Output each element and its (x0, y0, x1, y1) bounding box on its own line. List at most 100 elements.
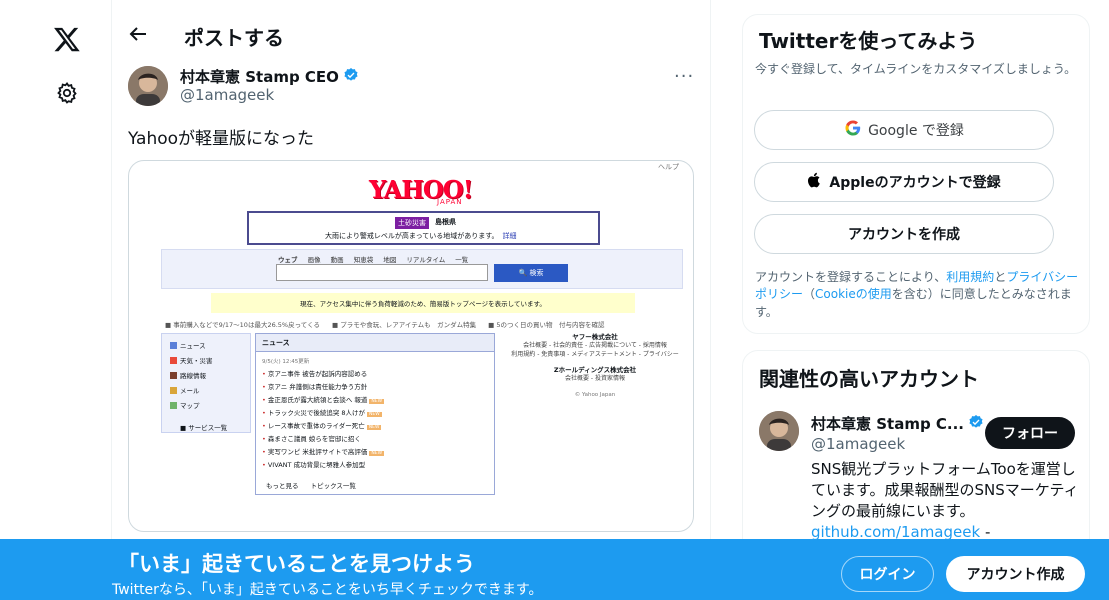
alert-tag: 土砂災害 (395, 217, 429, 229)
related-account-handle[interactable]: @1amageek (811, 435, 905, 453)
terms-text: アカウントを登録することにより、利用規約とプライバシーポリシー（Cookieの使… (755, 269, 1081, 321)
yahoo-logo-sub: JAPAN (437, 198, 463, 206)
train-icon (170, 371, 177, 379)
yahoo-news-date: 9/5(火) 12:45更新 (262, 359, 310, 365)
back-arrow-icon[interactable] (126, 22, 150, 46)
gear-icon[interactable] (50, 76, 84, 110)
banner-title: 「いま」起きていることを見つけよう (118, 552, 475, 576)
alert-link: 詳細 (502, 232, 517, 240)
terms-paren: （ (803, 287, 816, 302)
x-logo-icon[interactable] (50, 22, 84, 56)
post-header: ポストする (112, 14, 711, 58)
yahoo-promo: ■ 事前購入などで9/17〜10は最大26.5%戻ってくる (165, 321, 320, 329)
related-accounts-title: 関連性の高いアカウント (759, 367, 979, 391)
yahoo-news-item: • 京アニ事件 被告が起訴内容認める (262, 370, 368, 378)
yahoo-search-input (276, 264, 488, 281)
news-icon (170, 341, 177, 349)
apple-signup-button[interactable]: Appleのアカウントで登録 (754, 162, 1054, 202)
corp2-links: 会社概要 - 投資家情報 (565, 375, 625, 383)
related-account-name-text: 村本章憲 Stamp C... (811, 415, 965, 433)
google-signup-label: Google で登録 (868, 123, 964, 139)
yahoo-news-box: ニュース 9/5(火) 12:45更新 • 京アニ事件 被告が起訴内容認める • 京… (255, 333, 495, 495)
yahoo-tab: 画像 (307, 256, 321, 264)
google-signup-button[interactable]: Google で登録 (754, 110, 1054, 150)
yahoo-search-button: 🔍 検索 (494, 264, 568, 282)
verified-badge-icon (343, 67, 359, 87)
yahoo-notice: 現在、アクセス集中に伴う負荷軽減のため、簡易版トップページを表示しています。 (211, 293, 635, 313)
signup-button[interactable]: アカウント作成 (946, 556, 1085, 592)
alert-message: 大雨により警戒レベルが高まっている地域があります。 詳細 (325, 231, 517, 241)
news-new-badge: NEW (367, 412, 382, 417)
yahoo-promo: ■ 5のつく日の買い物 付与内容を確認 (488, 321, 605, 329)
yahoo-side-item: ニュース (170, 340, 206, 350)
yahoo-side-label: ニュース (180, 342, 206, 350)
news-more-link: もっと見る (266, 482, 299, 490)
news-text: 京アニ 弁護側は責任能力争う方針 (267, 383, 368, 391)
yahoo-service-list-label: サービス一覧 (188, 424, 228, 432)
follow-button[interactable]: フォロー (985, 417, 1075, 449)
yahoo-tab: ウェブ (278, 256, 298, 264)
banner-subtitle: Twitterなら、「いま」起きていることをいち早くチェックできます。 (112, 582, 543, 598)
terms-of-service-link[interactable]: 利用規約 (946, 270, 994, 284)
corp1-name: ヤフー株式会社 (572, 333, 618, 341)
yahoo-promo-row: ■ 事前購入などで9/17〜10は最大26.5%戻ってくる ■ プラモや食玩、レ… (165, 319, 615, 329)
tweet-media-image[interactable]: ヘルプ YAHOO! JAPAN 土砂災害 島根県 大雨により警戒レベルが高まっ… (128, 160, 694, 532)
yahoo-copyright: © Yahoo Japan (574, 391, 616, 398)
yahoo-service-list: ■ サービス一覧 (180, 424, 228, 432)
yahoo-news-head: ニュース (256, 334, 494, 352)
news-text: トラック火災で後続追突 8人けが (267, 409, 366, 417)
yahoo-tab: リアルタイム (406, 256, 446, 264)
related-account-name[interactable]: 村本章憲 Stamp C... (811, 413, 984, 434)
page-title: ポストする (184, 26, 284, 50)
yahoo-side-label: 天気・災害 (180, 357, 213, 365)
apple-signup-label: Appleのアカウントで登録 (829, 175, 1001, 191)
yahoo-help-link: ヘルプ (658, 163, 679, 171)
bio-text: SNS観光プラットフォームTooを運営しています。成果報酬型のSNSマーケティン… (811, 460, 1079, 520)
yahoo-side-item: 天気・災害 (170, 355, 213, 365)
apple-icon (807, 171, 823, 193)
yahoo-side-item: マップ (170, 400, 200, 410)
yahoo-corporate-info: ヤフー株式会社 会社概要 - 社会的責任 - 広告掲載について - 採用情報 利… (505, 333, 685, 400)
login-button[interactable]: ログイン (841, 556, 934, 592)
related-avatar[interactable] (759, 411, 799, 451)
news-text: VIVANT 成功背景に堺雅人参加型 (267, 461, 366, 469)
tweet-text: Yahooが軽量版になった (128, 129, 315, 149)
cookie-use-link[interactable]: Cookieの使用 (815, 287, 892, 301)
yahoo-side-label: メール (180, 387, 200, 395)
yahoo-side-label: マップ (180, 402, 200, 410)
corp2-name: Zホールディングス株式会社 (553, 365, 637, 374)
yahoo-promo: ■ プラモや食玩、レアアイテムも ガンダム特集 (332, 321, 477, 329)
yahoo-side-menu: ニュース 天気・災害 路線情報 メール マップ ■ サービス一覧 (161, 333, 251, 433)
news-text: 実写ワンピ 米批評サイトで高評価 (267, 448, 368, 456)
author-name-text: 村本章憲 Stamp CEO (180, 68, 339, 86)
terms-pre: アカウントを登録することにより、 (755, 270, 947, 284)
yahoo-side-label: 路線情報 (180, 372, 206, 380)
signup-card-title: Twitterを使ってみよう (759, 29, 978, 53)
signup-card-subtitle: 今すぐ登録して、タイムラインをカスタマイズしましょう。 (755, 62, 1077, 76)
news-text: 森まさこ議員 娘らを官邸に招く (267, 435, 361, 443)
corp1-links: 会社概要 - 社会的責任 - 広告掲載について - 採用情報 (523, 342, 667, 350)
news-text: レース事故で重体のライダー死亡 (267, 422, 365, 430)
main-column: ポストする 村本章憲 Stamp CEO @1amageek ··· Yahoo… (112, 0, 711, 600)
google-icon (844, 119, 862, 141)
verified-badge-icon (968, 414, 984, 434)
yahoo-search-tabs: ウェブ 画像 動画 知恵袋 地図 リアルタイム 一覧 (278, 254, 476, 264)
yahoo-tab: 動画 (330, 256, 344, 264)
yahoo-alert-box: 土砂災害 島根県 大雨により警戒レベルが高まっている地域があります。 詳細 (247, 211, 600, 245)
yahoo-news-item: • トラック火災で後続追突 8人けが NEW (262, 409, 382, 417)
create-account-button[interactable]: アカウントを作成 (754, 214, 1054, 254)
map-icon (170, 401, 177, 409)
corp1-links2: 利用規約 - 免責事項 - メディアステートメント - プライバシー (511, 351, 679, 359)
bottom-signup-banner: 「いま」起きていることを見つけよう Twitterなら、「いま」起きていることを… (0, 539, 1109, 600)
yahoo-tab: 知恵袋 (353, 256, 374, 264)
yahoo-news-item: • 実写ワンピ 米批評サイトで高評価 NEW (262, 448, 385, 456)
author-handle[interactable]: @1amageek (180, 86, 274, 104)
news-text: 京アニ事件 被告が起訴内容認める (267, 370, 368, 378)
yahoo-news-item: • 金正恩氏が露大統領と会談へ 報道 NEW (262, 396, 385, 404)
avatar[interactable] (128, 66, 168, 106)
author-name[interactable]: 村本章憲 Stamp CEO (180, 66, 359, 87)
yahoo-tab: 一覧 (455, 256, 469, 264)
create-account-label: アカウントを作成 (848, 227, 960, 243)
signup-card: Twitterを使ってみよう 今すぐ登録して、タイムラインをカスタマイズしましょ… (742, 14, 1090, 334)
more-options-icon[interactable]: ··· (674, 66, 694, 87)
